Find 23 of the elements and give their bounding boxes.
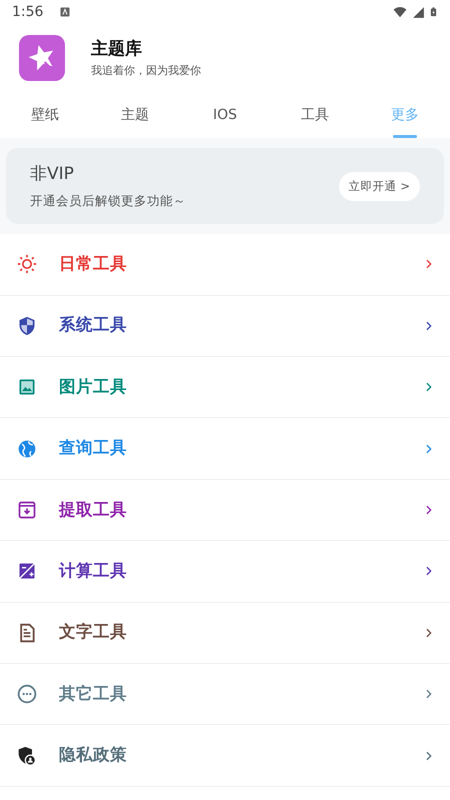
activate-button[interactable]: 立即开通 > [338, 172, 420, 201]
tab[interactable]: 主题 [90, 97, 180, 138]
shield-lock-icon [17, 746, 37, 766]
tab[interactable]: 壁纸 [0, 97, 90, 138]
image-icon [17, 377, 37, 398]
time-text: 1:56 [12, 2, 44, 22]
app-logo [19, 35, 65, 81]
calculator-icon [17, 561, 37, 582]
wifi-icon [392, 5, 408, 19]
sun-icon [17, 254, 37, 274]
tab[interactable]: IOS [180, 97, 270, 138]
vip-title: 非VIP [30, 163, 75, 186]
chevron-icon [424, 503, 434, 517]
shield-icon [17, 316, 37, 336]
more-dots-icon [17, 684, 37, 704]
globe-icon [17, 438, 37, 459]
tab[interactable]: 工具 [270, 97, 360, 138]
app-subtitle: 我追着你，因为我爱你 [91, 62, 201, 78]
notification-icon [59, 6, 72, 18]
vip-subtitle: 开通会员后解锁更多功能～ [30, 192, 186, 210]
download-box-icon [17, 500, 37, 520]
app-title: 主题库 [91, 38, 143, 61]
signal-icon [412, 6, 425, 18]
